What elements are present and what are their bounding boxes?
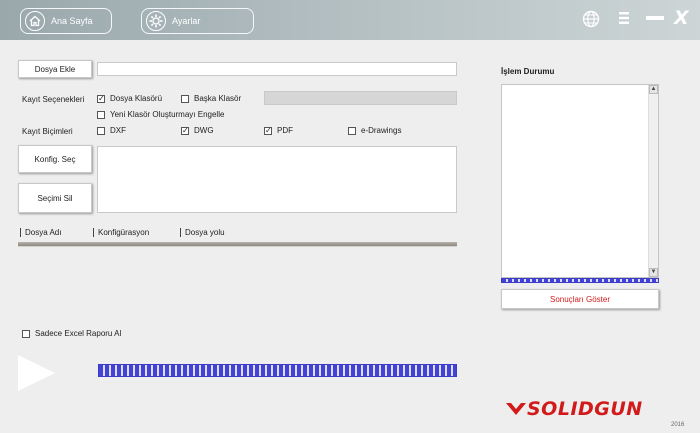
check-icon: ✓	[264, 125, 272, 135]
status-progress-bar	[501, 278, 659, 283]
dwg-checkbox[interactable]: ✓ DWG	[181, 126, 214, 135]
save-formats-label: Kayıt Biçimleri	[22, 127, 73, 136]
checkbox-box	[97, 126, 105, 135]
add-file-button[interactable]: Dosya Ekle	[18, 60, 92, 78]
add-file-label: Dosya Ekle	[34, 64, 76, 74]
scroll-up-icon[interactable]: ▲	[649, 85, 658, 94]
config-select-button[interactable]: Konfig. Seç	[18, 145, 92, 173]
file-folder-checkbox[interactable]: ✓ Dosya Klasörü	[97, 94, 162, 103]
column-header-file-name[interactable]: Dosya Adı	[20, 228, 61, 237]
check-icon: ✓	[181, 125, 189, 135]
title-bar: Ana Sayfa Ayarlar X	[0, 0, 700, 40]
brand-year: 2016	[671, 422, 685, 428]
excel-only-checkbox[interactable]: Sadece Excel Raporu Al	[22, 329, 121, 338]
delete-selection-button[interactable]: Seçimi Sil	[18, 183, 92, 213]
menu-icon[interactable]	[619, 12, 629, 26]
checkbox-box	[97, 110, 105, 119]
config-list[interactable]	[97, 146, 457, 213]
settings-button[interactable]: Ayarlar	[141, 8, 254, 34]
save-options-label: Kayıt Seçenekleri	[22, 95, 85, 104]
config-select-label: Konfig. Seç	[34, 154, 76, 164]
check-icon: ✓	[97, 93, 105, 103]
main-progress-bar	[98, 364, 457, 377]
home-button[interactable]: Ana Sayfa	[20, 8, 112, 34]
dxf-checkbox[interactable]: DXF	[97, 126, 126, 135]
status-log[interactable]: ▲ ▼	[501, 84, 659, 278]
file-path-field[interactable]	[97, 62, 457, 76]
checkbox-box	[348, 126, 356, 135]
brand-name: SOLIDGUN	[527, 398, 643, 420]
edrawings-label: e-Drawings	[361, 126, 402, 135]
edrawings-checkbox[interactable]: e-Drawings	[348, 126, 401, 135]
minimize-icon[interactable]	[646, 16, 664, 20]
scroll-down-icon[interactable]: ▼	[649, 268, 658, 277]
no-new-folder-label: Yeni Klasör Oluşturmayı Engelle	[110, 110, 225, 119]
column-header-file-path[interactable]: Dosya yolu	[180, 228, 225, 237]
column-header-configuration[interactable]: Konfigürasyon	[93, 228, 149, 237]
delete-selection-label: Seçimi Sil	[37, 193, 73, 203]
other-folder-path-field[interactable]	[264, 91, 457, 105]
home-label: Ana Sayfa	[51, 16, 93, 26]
logo-mark-icon	[506, 403, 526, 415]
dxf-label: DXF	[110, 126, 126, 135]
other-folder-checkbox[interactable]: Başka Klasör	[181, 94, 241, 103]
file-folder-label: Dosya Klasörü	[110, 94, 163, 103]
show-results-label: Sonuçları Göster	[549, 294, 611, 304]
pdf-checkbox[interactable]: ✓ PDF	[264, 126, 293, 135]
list-header-divider	[18, 242, 457, 247]
excel-only-label: Sadece Excel Raporu Al	[35, 329, 122, 338]
other-folder-label: Başka Klasör	[194, 94, 242, 103]
play-icon[interactable]	[18, 355, 55, 391]
home-icon	[25, 11, 45, 31]
no-new-folder-checkbox[interactable]: Yeni Klasör Oluşturmayı Engelle	[97, 110, 224, 119]
close-icon[interactable]: X	[674, 7, 689, 29]
dwg-label: DWG	[194, 126, 214, 135]
checkbox-box	[181, 94, 189, 103]
solidgun-logo: SOLIDGUN	[505, 398, 643, 420]
status-title: İşlem Durumu	[501, 67, 555, 76]
log-scrollbar[interactable]: ▲ ▼	[648, 85, 658, 277]
settings-label: Ayarlar	[172, 16, 201, 26]
pdf-label: PDF	[277, 126, 293, 135]
checkbox-box	[22, 329, 30, 338]
globe-icon[interactable]	[582, 10, 600, 30]
show-results-button[interactable]: Sonuçları Göster	[501, 289, 659, 309]
gear-icon	[146, 11, 166, 31]
